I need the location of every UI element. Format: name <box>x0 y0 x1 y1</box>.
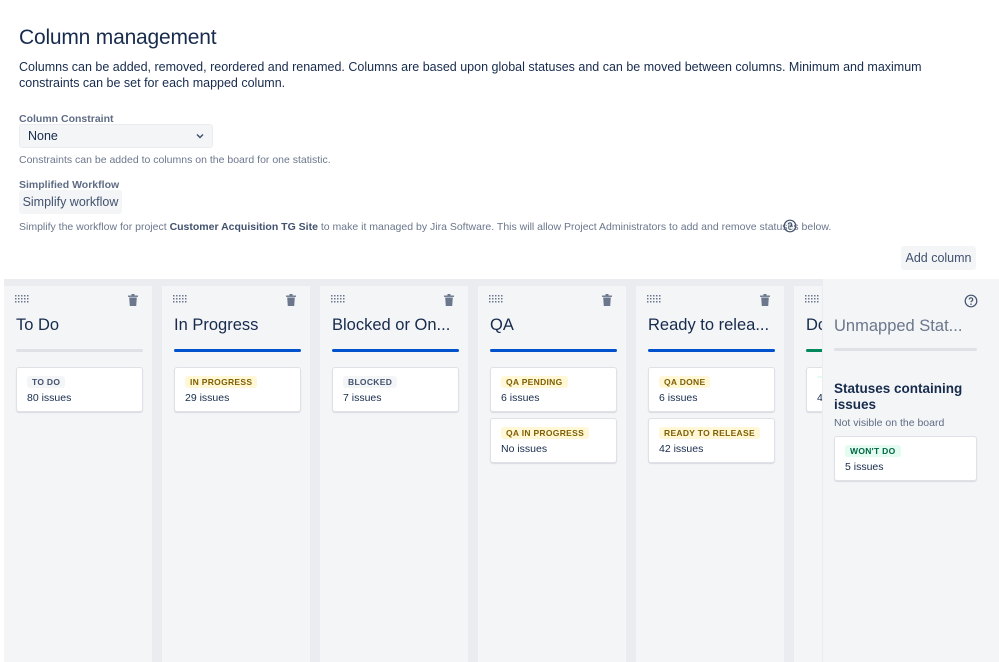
column-status-bar <box>174 349 301 352</box>
not-visible-subtext: Not visible on the board <box>834 417 945 429</box>
trash-icon[interactable] <box>444 294 454 306</box>
board-column[interactable]: QA QA PENDING 6 issues QA IN PROGRESS No iss… <box>478 286 626 662</box>
drag-handle-icon[interactable] <box>15 295 30 303</box>
status-issue-count: 6 issues <box>501 392 540 404</box>
status-card[interactable]: TO DO 80 issues <box>16 367 143 412</box>
status-lozenge: BLOCKED <box>343 376 398 388</box>
status-lozenge: READY TO RELEASE <box>659 427 760 439</box>
column-title[interactable]: QA <box>490 316 618 335</box>
column-constraint-value: None <box>28 129 58 143</box>
status-card[interactable]: IN PROGRESS 29 issues <box>174 367 301 412</box>
status-card[interactable]: READY TO RELEASE 42 issues <box>648 418 775 463</box>
status-lozenge: QA IN PROGRESS <box>501 427 590 439</box>
question-circle-icon[interactable] <box>964 294 978 308</box>
trash-icon[interactable] <box>602 294 612 306</box>
intro-text: Columns can be added, removed, reordered… <box>19 60 922 90</box>
chevron-down-icon <box>196 133 204 139</box>
board-column[interactable]: Ready to relea... QA DONE 6 issues READY TO… <box>636 286 784 662</box>
status-card-wont-do[interactable]: WON'T DO 5 issues <box>834 436 977 481</box>
status-lozenge: QA PENDING <box>501 376 568 388</box>
project-name: Customer Acquisition TG Site <box>169 221 318 233</box>
workflow-help-prefix: Simplify the workflow for project <box>19 221 167 233</box>
status-card[interactable]: QA IN PROGRESS No issues <box>490 418 617 463</box>
statuses-containing-issues-heading: Statuses containing issues <box>834 381 963 412</box>
workflow-help-text: Simplify the workflow for project Custom… <box>19 221 831 233</box>
status-issue-count: 42 issues <box>659 443 704 455</box>
column-title[interactable]: Blocked or On... <box>332 316 460 335</box>
status-issue-count: 7 issues <box>343 392 382 404</box>
column-status-bar <box>648 349 775 352</box>
add-column-button[interactable]: Add column <box>901 246 976 270</box>
column-title[interactable]: In Progress <box>174 316 302 335</box>
column-status-bar <box>16 349 143 352</box>
column-status-bar <box>490 349 617 352</box>
column-title[interactable]: Ready to relea... <box>648 316 776 335</box>
status-lozenge: WON'T DO <box>845 445 901 457</box>
status-issue-count: 5 issues <box>845 461 884 473</box>
status-issue-count: 80 issues <box>27 392 72 404</box>
drag-handle-icon[interactable] <box>489 295 504 303</box>
status-lozenge: QA DONE <box>659 376 711 388</box>
status-card[interactable]: QA DONE 6 issues <box>648 367 775 412</box>
drag-handle-icon[interactable] <box>331 295 346 303</box>
question-circle-icon[interactable] <box>783 219 797 233</box>
drag-handle-icon[interactable] <box>805 295 820 303</box>
workflow-help-suffix: to make it managed by Jira Software. Thi… <box>320 221 832 233</box>
board-column[interactable]: In Progress IN PROGRESS 29 issues <box>162 286 310 662</box>
unmapped-column-title: Unmapped Stat... <box>834 317 963 335</box>
page-title: Column management <box>19 26 217 49</box>
unmapped-column-bar <box>834 348 977 351</box>
status-lozenge: TO DO <box>27 376 66 388</box>
status-issue-count: No issues <box>501 443 548 455</box>
drag-handle-icon[interactable] <box>173 295 188 303</box>
trash-icon[interactable] <box>128 294 138 306</box>
status-issue-count: 29 issues <box>185 392 230 404</box>
status-lozenge: IN PROGRESS <box>185 376 258 388</box>
trash-icon[interactable] <box>286 294 296 306</box>
trash-icon[interactable] <box>760 294 770 306</box>
simplify-workflow-button[interactable]: Simplify workflow <box>19 190 122 214</box>
column-title[interactable]: To Do <box>16 316 144 335</box>
drag-handle-icon[interactable] <box>647 295 662 303</box>
column-status-bar <box>332 349 459 352</box>
status-card[interactable]: BLOCKED 7 issues <box>332 367 459 412</box>
board-column[interactable]: To Do TO DO 80 issues <box>4 286 152 662</box>
column-constraint-select[interactable]: None <box>19 124 213 148</box>
unmapped-statuses-panel: Unmapped Stat... Statuses containing iss… <box>822 279 999 662</box>
constraint-help-text: Constraints can be added to columns on t… <box>19 154 331 166</box>
status-issue-count: 6 issues <box>659 392 698 404</box>
status-card[interactable]: QA PENDING 6 issues <box>490 367 617 412</box>
board-column[interactable]: Blocked or On... BLOCKED 7 issues <box>320 286 468 662</box>
